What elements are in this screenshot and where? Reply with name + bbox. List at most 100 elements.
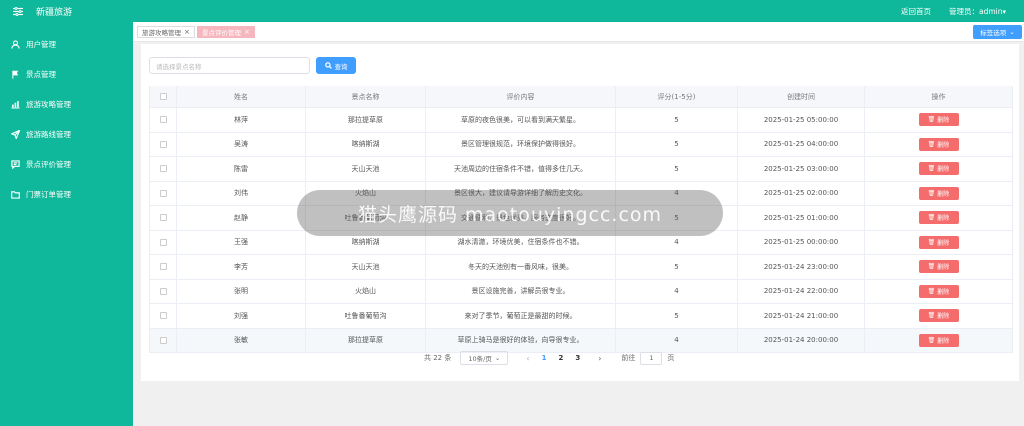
- header-content: 评价内容: [426, 86, 616, 107]
- sidebar-item-orders[interactable]: 门票订单管理: [0, 179, 133, 209]
- tab-label: 旅游攻略管理: [142, 29, 181, 37]
- cell-time: 2025-01-24 21:00:00: [738, 304, 865, 328]
- page-2[interactable]: 2: [558, 354, 563, 362]
- table-row: 林萍 那拉提草原 草原的夜色很美，可以看到满天繁星。 5 2025-01-25 05:0…: [149, 108, 1013, 133]
- row-select-cell: [149, 206, 177, 230]
- trash-icon: 🗑: [927, 116, 936, 124]
- cell-content: 景区设施完善，讲解员很专业。: [426, 279, 616, 303]
- delete-label: 删除: [937, 117, 950, 125]
- chart-icon: [10, 99, 20, 109]
- row-checkbox[interactable]: [159, 214, 167, 222]
- sidebar-item-guides[interactable]: 旅游攻略管理: [0, 89, 133, 119]
- sidebar-item-spots[interactable]: 景点管理: [0, 59, 133, 89]
- sidebar-item-users[interactable]: 用户管理: [0, 29, 133, 59]
- close-icon[interactable]: ×: [184, 28, 190, 36]
- cell-actions: 🗑 删除: [865, 132, 1013, 156]
- tab-options-button[interactable]: 标签选项 ⌄: [973, 25, 1022, 39]
- delete-button[interactable]: 🗑 删除: [918, 333, 959, 347]
- cell-time: 2025-01-24 23:00:00: [738, 255, 865, 279]
- cell-actions: 🗑 删除: [865, 157, 1013, 181]
- row-select-cell: [149, 132, 177, 156]
- row-select-cell: [149, 230, 177, 254]
- row-select-cell: [149, 279, 177, 303]
- delete-button[interactable]: 🗑 删除: [918, 113, 959, 127]
- table-row: 李芳 天山天池 冬天的天池别有一番风味，很美。 5 2025-01-24 23:00:0…: [149, 255, 1013, 280]
- goto-page-input[interactable]: 1: [640, 351, 663, 365]
- delete-button[interactable]: 🗑 删除: [918, 211, 959, 225]
- row-checkbox[interactable]: [159, 312, 167, 320]
- delete-label: 删除: [937, 239, 950, 247]
- trash-icon: 🗑: [927, 140, 936, 148]
- row-checkbox[interactable]: [159, 263, 167, 271]
- cell-spot: 天山天池: [306, 255, 426, 279]
- row-checkbox[interactable]: [159, 238, 167, 246]
- next-page-icon[interactable]: ›: [598, 354, 601, 363]
- tab-options-label: 标签选项: [980, 29, 1007, 37]
- sidebar-item-routes[interactable]: 旅游路线管理: [0, 119, 133, 149]
- sidebar-item-reviews[interactable]: 景点评价管理: [0, 149, 133, 179]
- cell-score: 4: [616, 328, 738, 352]
- chevron-down-icon: ⌄: [494, 354, 501, 362]
- cell-spot: 那拉提草原: [306, 108, 426, 132]
- cell-time: 2025-01-25 02:00:00: [738, 181, 865, 205]
- delete-button[interactable]: 🗑 删除: [918, 186, 959, 200]
- delete-button[interactable]: 🗑 删除: [918, 260, 959, 274]
- delete-label: 删除: [937, 337, 950, 345]
- table-row: 张明 火焰山 景区设施完善，讲解员很专业。 4 2025-01-24 22:00:00 🗑…: [149, 279, 1013, 304]
- cell-time: 2025-01-25 05:00:00: [738, 108, 865, 132]
- row-checkbox[interactable]: [159, 336, 167, 344]
- trash-icon: 🗑: [927, 336, 936, 344]
- menu-toggle-icon[interactable]: [6, 6, 30, 16]
- delete-button[interactable]: 🗑 删除: [918, 137, 959, 151]
- search-placeholder: 请选择景点名称: [156, 62, 202, 71]
- select-all-checkbox[interactable]: [159, 93, 167, 100]
- page-size-select[interactable]: 10条/页 ⌄: [460, 351, 509, 365]
- delete-button[interactable]: 🗑 删除: [918, 284, 959, 298]
- cell-name: 赵静: [177, 206, 306, 230]
- total-count: 共 22 条: [424, 354, 452, 362]
- table-row: 吴涛 喀纳斯湖 景区管理很规范，环境保护做得很好。 5 2025-01-25 04:00…: [149, 132, 1013, 157]
- prev-page-icon[interactable]: ‹: [526, 354, 529, 363]
- folder-icon: [10, 189, 20, 199]
- table-row: 陈雷 天山天池 天池周边的住宿条件不错，值得多住几天。 5 2025-01-25 03:…: [149, 157, 1013, 182]
- delete-label: 删除: [937, 190, 950, 198]
- tab-reviews[interactable]: 景点评价管理 ×: [197, 26, 255, 38]
- cell-spot: 天山天池: [306, 157, 426, 181]
- tab-guides[interactable]: 旅游攻略管理 ×: [137, 26, 195, 38]
- spot-name-select[interactable]: 请选择景点名称: [149, 57, 310, 74]
- cell-name: 张明: [177, 279, 306, 303]
- row-checkbox[interactable]: [159, 287, 167, 295]
- row-checkbox[interactable]: [159, 165, 167, 173]
- row-checkbox[interactable]: [159, 189, 167, 197]
- trash-icon: 🗑: [927, 287, 936, 295]
- cell-score: 5: [616, 304, 738, 328]
- cell-name: 刘伟: [177, 181, 306, 205]
- delete-button[interactable]: 🗑 删除: [918, 162, 959, 176]
- delete-label: 删除: [937, 264, 950, 272]
- sidebar: 用户管理 景点管理 旅游攻略管理 旅游路线管理 景点评价管理 门票订单管理: [0, 22, 133, 426]
- cell-time: 2025-01-25 01:00:00: [738, 206, 865, 230]
- query-button[interactable]: 查询: [316, 57, 356, 74]
- page-1[interactable]: 1: [542, 354, 547, 362]
- home-link[interactable]: 返回首页: [901, 6, 931, 17]
- cell-time: 2025-01-25 03:00:00: [738, 157, 865, 181]
- cell-content: 天池周边的住宿条件不错，值得多住几天。: [426, 157, 616, 181]
- row-select-cell: [149, 181, 177, 205]
- watermark: 猫头鹰源码 maotouyingcc.com: [297, 190, 723, 236]
- close-icon[interactable]: ×: [244, 28, 250, 36]
- trash-icon: 🗑: [927, 214, 936, 222]
- row-select-cell: [149, 328, 177, 352]
- cell-content: 草原的夜色很美，可以看到满天繁星。: [426, 108, 616, 132]
- delete-button[interactable]: 🗑 删除: [918, 309, 959, 323]
- table-row: 张敏 那拉提草原 草原上骑马是很好的体验，向导很专业。 4 2025-01-24 20:…: [149, 328, 1013, 353]
- cell-content: 草原上骑马是很好的体验，向导很专业。: [426, 328, 616, 352]
- cell-score: 5: [616, 255, 738, 279]
- cell-spot: 火焰山: [306, 279, 426, 303]
- page-3[interactable]: 3: [575, 354, 580, 362]
- delete-button[interactable]: 🗑 删除: [918, 235, 959, 249]
- sidebar-item-label: 景点评价管理: [26, 159, 71, 169]
- delete-label: 删除: [937, 313, 950, 321]
- row-checkbox[interactable]: [159, 140, 167, 148]
- admin-menu[interactable]: 管理员：admin▾: [949, 6, 1006, 17]
- row-checkbox[interactable]: [159, 116, 167, 124]
